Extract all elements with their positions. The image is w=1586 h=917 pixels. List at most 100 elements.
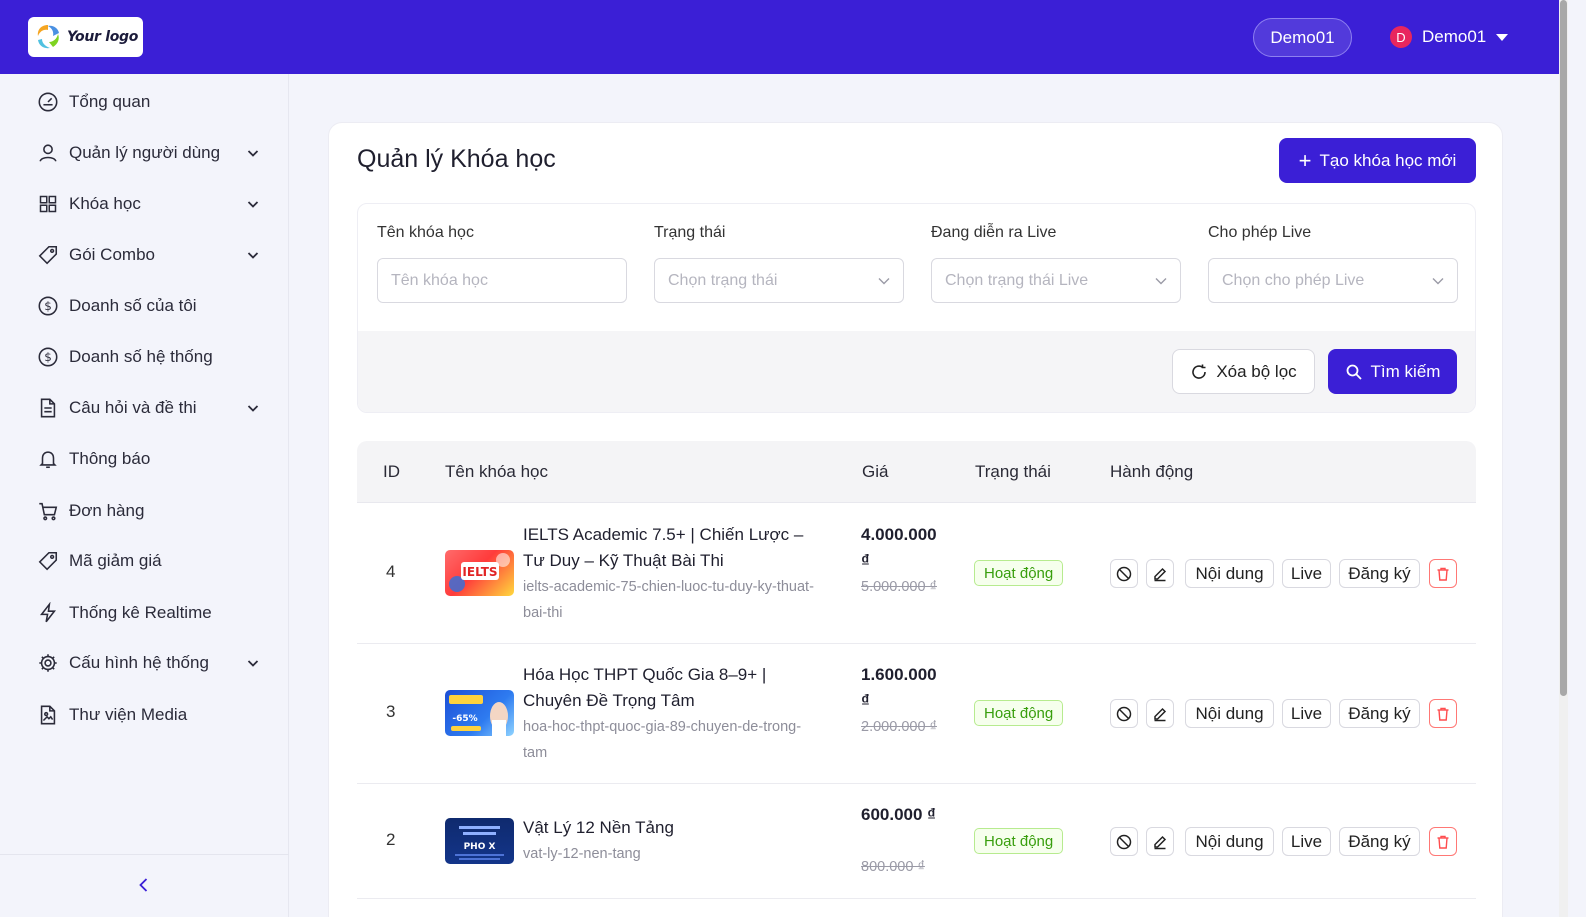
plus-icon: + — [1298, 147, 1312, 173]
disable-button[interactable] — [1110, 699, 1138, 728]
course-slug: hoa-hoc-thpt-quoc-gia-89-chuyen-de-trong… — [523, 719, 802, 761]
user-menu[interactable]: D Demo01 — [1390, 25, 1509, 49]
filter-status: Trạng thái Chọn trạng thái — [654, 224, 904, 303]
lightning-icon — [36, 601, 60, 625]
register-button[interactable]: Đăng ký — [1339, 827, 1420, 856]
course-name-input[interactable]: Tên khóa học — [377, 258, 627, 303]
table-header: ID Tên khóa học Giá Trạng thái Hành động — [357, 441, 1476, 503]
thumbnail-text: -65% — [452, 714, 477, 724]
sidebar-item-label: Mã giảm giá — [69, 551, 162, 570]
filter-course-name: Tên khóa học Tên khóa học — [377, 224, 627, 303]
sidebar-item-label: Tổng quan — [69, 92, 151, 111]
content-button[interactable]: Nội dung — [1185, 699, 1274, 728]
workspace-pill[interactable]: Demo01 — [1253, 18, 1352, 57]
course-old-price: 2.000.000 ₫ — [861, 719, 937, 735]
sidebar-item-realtime[interactable]: Thống kê Realtime — [0, 593, 289, 633]
row-id: 4 — [386, 562, 396, 581]
column-header-status[interactable]: Trạng thái — [975, 462, 1051, 482]
delete-button[interactable] — [1429, 827, 1457, 856]
cart-icon — [36, 499, 60, 523]
physics-thumbnail-art: PHO X — [455, 826, 504, 860]
logo[interactable]: Your logo — [28, 17, 143, 57]
course-thumbnail[interactable]: PHO X — [445, 818, 514, 864]
register-button[interactable]: Đăng ký — [1339, 559, 1420, 588]
dollar-icon: $ — [36, 294, 60, 318]
course-title[interactable]: IELTS Academic 7.5+ | Chiến Lược – Tư Du… — [523, 522, 823, 574]
column-header-price[interactable]: Giá — [862, 462, 888, 482]
edit-button[interactable] — [1146, 827, 1174, 856]
sidebar-item-coupons[interactable]: Mã giảm giá — [0, 541, 289, 581]
dollar-icon: $ — [36, 345, 60, 369]
status-select[interactable]: Chọn trạng thái — [654, 258, 904, 303]
document-icon — [36, 396, 60, 420]
sidebar: Tổng quan Quản lý người dùng Khóa học Gó… — [0, 74, 289, 917]
tag-icon — [36, 243, 60, 267]
scrollbar-thumb[interactable] — [1560, 0, 1567, 696]
sidebar-item-label: Thư viện Media — [69, 705, 188, 724]
sidebar-item-label: Cấu hình hệ thống — [69, 653, 209, 672]
sidebar-item-label: Thông báo — [69, 449, 151, 468]
reset-filter-label: Xóa bộ lọc — [1216, 361, 1297, 381]
file-image-icon — [36, 703, 60, 727]
course-thumbnail[interactable]: IELTS — [445, 550, 514, 596]
dashboard-icon — [36, 90, 60, 114]
filter-actions: Xóa bộ lọc Tìm kiếm — [358, 331, 1475, 412]
collapse-sidebar-icon[interactable] — [134, 875, 154, 895]
search-button[interactable]: Tìm kiếm — [1328, 349, 1457, 394]
page-scrollbar[interactable] — [1559, 0, 1568, 917]
sidebar-footer — [0, 854, 289, 917]
course-price: 4.000.000 ₫ — [861, 525, 937, 570]
sidebar-item-my-sales[interactable]: $ Doanh số của tôi — [0, 286, 289, 326]
live-button[interactable]: Live — [1282, 827, 1331, 856]
delete-button[interactable] — [1429, 699, 1457, 728]
sidebar-item-notifications[interactable]: Thông báo — [0, 439, 289, 479]
create-course-button[interactable]: + Tạo khóa học mới — [1279, 138, 1476, 183]
edit-button[interactable] — [1146, 559, 1174, 588]
trash-icon — [1437, 567, 1449, 581]
delete-button[interactable] — [1429, 559, 1457, 588]
content-button[interactable]: Nội dung — [1185, 827, 1274, 856]
edit-icon — [1154, 567, 1167, 581]
course-old-price: 800.000 ₫ — [861, 859, 925, 875]
sidebar-item-label: Doanh số hệ thống — [69, 347, 213, 366]
course-title[interactable]: Hóa Học THPT Quốc Gia 8–9+ | Chuyên Đề T… — [523, 662, 823, 714]
sidebar-item-combo[interactable]: Gói Combo — [0, 235, 289, 275]
filter-label: Tên khóa học — [377, 224, 474, 241]
filter-live-allowed: Cho phép Live Chọn cho phép Live — [1208, 224, 1458, 303]
live-ongoing-select[interactable]: Chọn trạng thái Live — [931, 258, 1181, 303]
course-thumbnail[interactable]: -65% — [445, 690, 514, 736]
select-placeholder: Chọn cho phép Live — [1222, 271, 1365, 289]
sidebar-item-label: Doanh số của tôi — [69, 296, 197, 315]
disable-button[interactable] — [1110, 827, 1138, 856]
filter-label: Cho phép Live — [1208, 224, 1312, 241]
live-button[interactable]: Live — [1282, 699, 1331, 728]
bell-icon — [36, 447, 60, 471]
filter-label: Đang diễn ra Live — [931, 224, 1057, 241]
sidebar-item-users[interactable]: Quản lý người dùng — [0, 133, 289, 173]
status-badge: Hoạt động — [974, 828, 1064, 854]
sidebar-item-media[interactable]: Thư viện Media — [0, 695, 289, 735]
register-button[interactable]: Đăng ký — [1339, 699, 1420, 728]
live-allowed-select[interactable]: Chọn cho phép Live — [1208, 258, 1458, 303]
table-row: 4 IELTS IELTS Academic 7.5+ | Chiến Lược… — [357, 503, 1476, 644]
chemistry-thumbnail-art: -65% — [449, 695, 508, 736]
sidebar-item-system-sales[interactable]: $ Doanh số hệ thống — [0, 337, 289, 377]
edit-button[interactable] — [1146, 699, 1174, 728]
sidebar-item-overview[interactable]: Tổng quan — [0, 82, 289, 122]
course-price: 600.000 ₫ — [861, 805, 936, 824]
course-management-card: Quản lý Khóa học + Tạo khóa học mới Tên … — [328, 122, 1503, 917]
content-button[interactable]: Nội dung — [1185, 559, 1274, 588]
sidebar-item-label: Thống kê Realtime — [69, 603, 212, 622]
chevron-down-icon — [247, 252, 259, 259]
course-title[interactable]: Vật Lý 12 Nền Tảng — [523, 815, 823, 841]
row-id: 2 — [386, 830, 396, 849]
column-header-id[interactable]: ID — [383, 462, 400, 482]
column-header-course-name[interactable]: Tên khóa học — [445, 462, 548, 482]
sidebar-item-courses[interactable]: Khóa học — [0, 184, 289, 224]
sidebar-item-settings[interactable]: Cấu hình hệ thống — [0, 643, 289, 683]
sidebar-item-questions[interactable]: Câu hỏi và đề thi — [0, 388, 289, 428]
live-button[interactable]: Live — [1282, 559, 1331, 588]
sidebar-item-orders[interactable]: Đơn hàng — [0, 491, 289, 531]
disable-button[interactable] — [1110, 559, 1138, 588]
reset-filter-button[interactable]: Xóa bộ lọc — [1172, 349, 1315, 394]
